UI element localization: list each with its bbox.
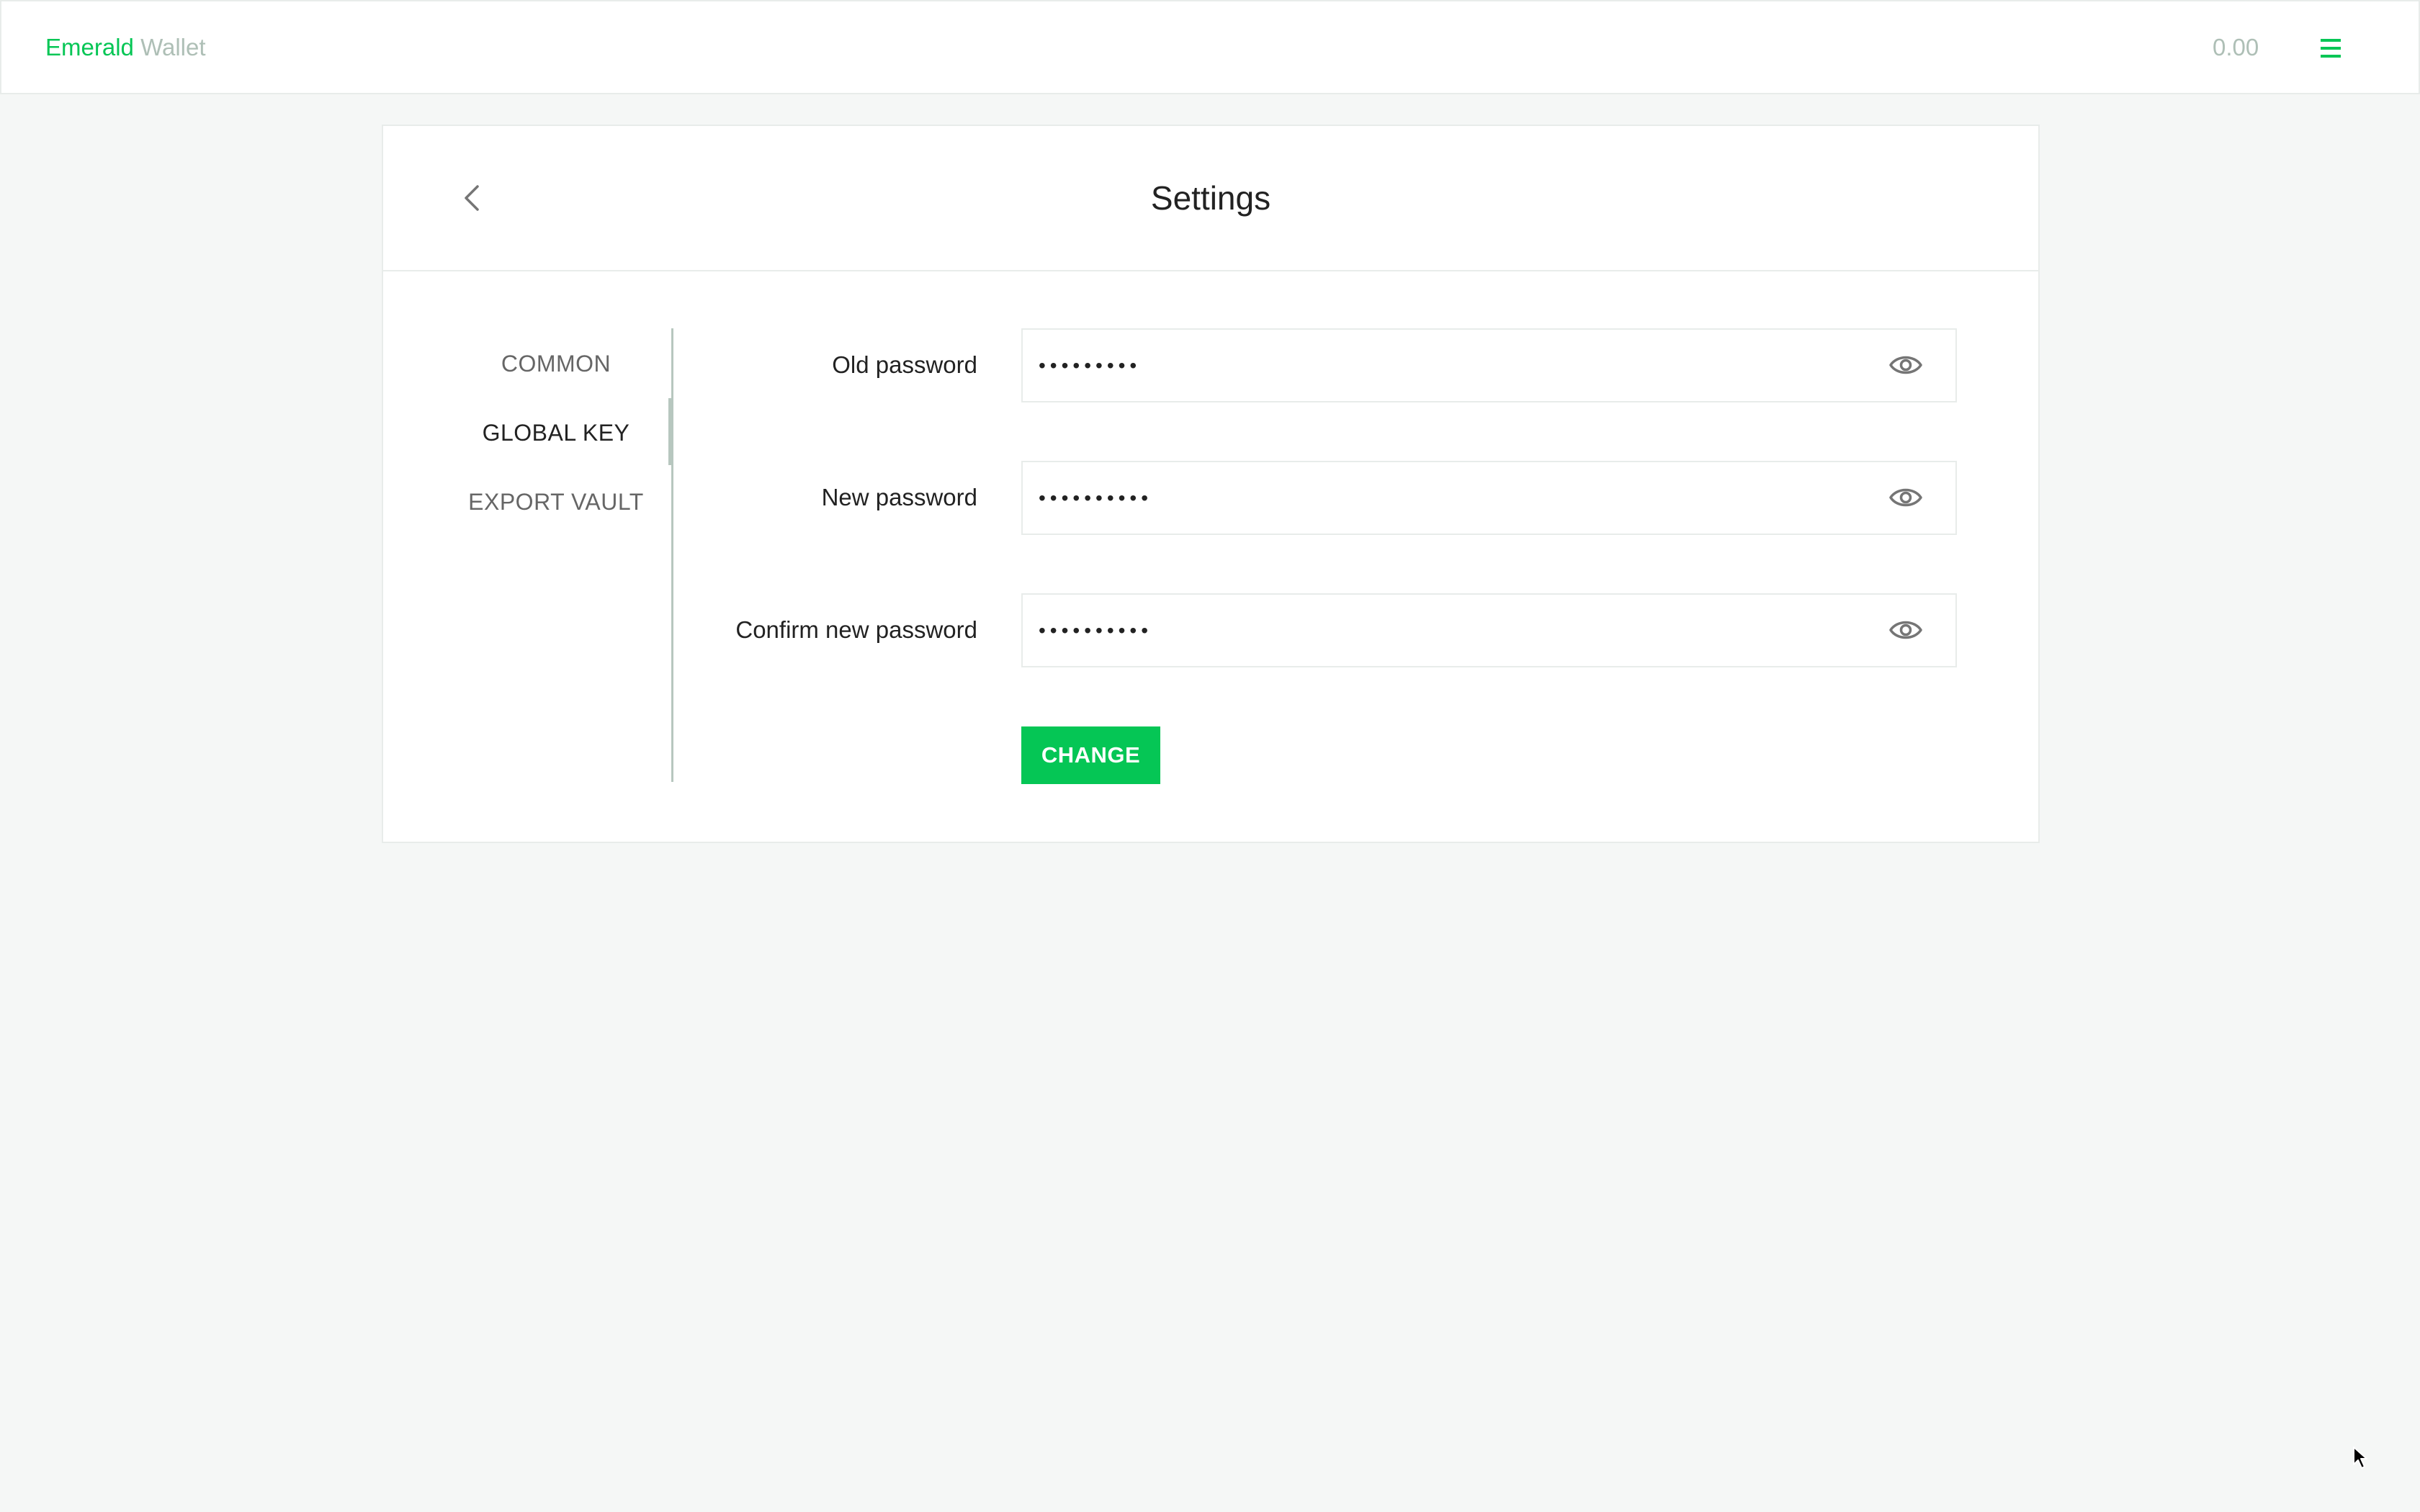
page-title: Settings — [1150, 179, 1271, 217]
old-password-value: ••••••••• — [1039, 354, 1142, 377]
new-password-label: New password — [821, 484, 977, 510]
new-password-value: •••••••••• — [1039, 487, 1153, 509]
settings-header: Settings — [383, 126, 2038, 271]
eye-icon[interactable] — [1888, 485, 1923, 510]
sidebar-item-global-key[interactable]: GLOBAL KEY — [426, 418, 686, 447]
sidebar-item-common[interactable]: COMMON — [426, 349, 686, 378]
change-password-button[interactable]: CHANGE — [1021, 726, 1160, 784]
confirm-password-field[interactable]: •••••••••• — [1021, 593, 1957, 667]
app-header: Emerald Wallet 0.00 — [0, 0, 2420, 94]
old-password-field[interactable]: ••••••••• — [1021, 328, 1957, 402]
sidebar-divider — [671, 328, 673, 782]
old-password-label: Old password — [832, 351, 977, 378]
app-logo[interactable]: Emerald Wallet — [45, 33, 206, 62]
total-balance: 0.00 — [2213, 34, 2259, 60]
brand-secondary: Wallet — [140, 34, 206, 60]
eye-icon[interactable] — [1888, 617, 1923, 643]
sidebar-item-export-vault[interactable]: EXPORT VAULT — [426, 487, 686, 516]
hamburger-menu-icon[interactable] — [2321, 39, 2341, 58]
eye-icon[interactable] — [1888, 352, 1923, 378]
settings-card: Settings COMMON GLOBAL KEY EXPORT VAULT … — [382, 125, 2040, 843]
mouse-cursor-icon — [2353, 1446, 2367, 1469]
confirm-password-value: •••••••••• — [1039, 619, 1153, 642]
brand-primary: Emerald — [45, 34, 134, 60]
confirm-password-label: Confirm new password — [735, 616, 977, 643]
new-password-field[interactable]: •••••••••• — [1021, 461, 1957, 535]
